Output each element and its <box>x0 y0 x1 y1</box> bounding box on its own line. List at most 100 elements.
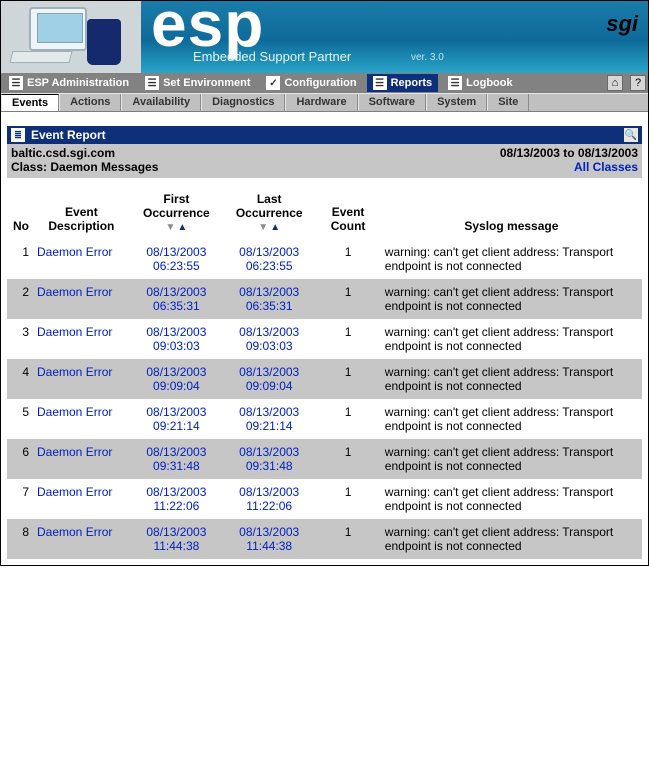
banner: esp Embedded Support Partner ver. 3.0 sg… <box>1 1 648 73</box>
tab-events[interactable]: Events <box>1 94 59 111</box>
home-icon: ⌂ <box>612 77 619 89</box>
table-row: 4Daemon Error08/13/200309:09:0408/13/200… <box>7 359 642 399</box>
col-first-occurrence: First Occurrence ▼▲ <box>130 188 223 239</box>
cell-count: 1 <box>315 319 380 359</box>
tab-site[interactable]: Site <box>487 94 529 111</box>
list-icon: ☰ <box>9 76 23 90</box>
sort-asc-icon[interactable]: ▲ <box>177 222 187 233</box>
col-syslog-message: Syslog message <box>381 188 642 239</box>
cell-first-occurrence[interactable]: 08/13/200309:31:48 <box>130 439 223 479</box>
product-photo <box>1 1 141 73</box>
help-button[interactable]: ? <box>630 75 646 91</box>
cell-last-occurrence[interactable]: 08/13/200309:21:14 <box>223 399 315 439</box>
list-icon: ☰ <box>448 76 462 90</box>
menu-label: Set Environment <box>163 77 250 89</box>
cell-count: 1 <box>315 399 380 439</box>
all-classes-link[interactable]: All Classes <box>574 160 638 174</box>
cell-no: 2 <box>7 279 33 319</box>
table-row: 8Daemon Error08/13/200311:44:3808/13/200… <box>7 519 642 559</box>
cell-count: 1 <box>315 519 380 559</box>
cell-message: warning: can't get client address: Trans… <box>381 359 642 399</box>
col-event-count: Event Count <box>315 188 380 239</box>
cell-first-occurrence[interactable]: 08/13/200309:21:14 <box>130 399 223 439</box>
cell-first-occurrence[interactable]: 08/13/200309:03:03 <box>130 319 223 359</box>
cell-message: warning: can't get client address: Trans… <box>381 279 642 319</box>
cell-no: 5 <box>7 399 33 439</box>
cell-first-occurrence[interactable]: 08/13/200306:35:31 <box>130 279 223 319</box>
cell-message: warning: can't get client address: Trans… <box>381 319 642 359</box>
cell-last-occurrence[interactable]: 08/13/200311:44:38 <box>223 519 315 559</box>
host-name: baltic.csd.sgi.com <box>11 146 115 160</box>
tab-software[interactable]: Software <box>358 94 426 111</box>
menu-esp-administration[interactable]: ☰ESP Administration <box>3 74 135 92</box>
cell-count: 1 <box>315 439 380 479</box>
sort-desc-icon[interactable]: ▼ <box>165 222 175 233</box>
cell-message: warning: can't get client address: Trans… <box>381 479 642 519</box>
cell-no: 8 <box>7 519 33 559</box>
cell-first-occurrence[interactable]: 08/13/200311:44:38 <box>130 519 223 559</box>
cell-last-occurrence[interactable]: 08/13/200309:31:48 <box>223 439 315 479</box>
menu-logbook[interactable]: ☰Logbook <box>442 74 518 92</box>
report-title: Event Report <box>31 128 106 142</box>
cell-first-occurrence[interactable]: 08/13/200311:22:06 <box>130 479 223 519</box>
cell-no: 3 <box>7 319 33 359</box>
events-table: No Event Description First Occurrence ▼▲… <box>7 188 642 559</box>
tab-hardware[interactable]: Hardware <box>285 94 357 111</box>
sort-asc-icon[interactable]: ▲ <box>270 222 280 233</box>
brand-logo: sgi <box>606 11 638 37</box>
cell-message: warning: can't get client address: Trans… <box>381 399 642 439</box>
cell-description[interactable]: Daemon Error <box>33 239 130 279</box>
cell-description[interactable]: Daemon Error <box>33 479 130 519</box>
cell-description[interactable]: Daemon Error <box>33 359 130 399</box>
cell-last-occurrence[interactable]: 08/13/200306:23:55 <box>223 239 315 279</box>
magnify-icon: 🔍 <box>625 130 637 141</box>
cell-no: 7 <box>7 479 33 519</box>
col-last-occurrence: Last Occurrence ▼▲ <box>223 188 315 239</box>
cell-description[interactable]: Daemon Error <box>33 399 130 439</box>
tab-system[interactable]: System <box>426 94 487 111</box>
magnify-button[interactable]: 🔍 <box>624 128 638 142</box>
list-icon: ☰ <box>373 76 387 90</box>
tabbar: Events Actions Availability Diagnostics … <box>1 93 648 112</box>
sort-desc-icon[interactable]: ▼ <box>258 222 268 233</box>
menu-configuration[interactable]: ✓Configuration <box>260 74 362 92</box>
cell-last-occurrence[interactable]: 08/13/200306:35:31 <box>223 279 315 319</box>
table-row: 1Daemon Error08/13/200306:23:5508/13/200… <box>7 239 642 279</box>
report-meta: baltic.csd.sgi.com 08/13/2003 to 08/13/2… <box>7 144 642 178</box>
table-row: 7Daemon Error08/13/200311:22:0608/13/200… <box>7 479 642 519</box>
report-title-bar: ≣ Event Report 🔍 <box>7 126 642 144</box>
table-row: 2Daemon Error08/13/200306:35:3108/13/200… <box>7 279 642 319</box>
tab-diagnostics[interactable]: Diagnostics <box>201 94 285 111</box>
cell-first-occurrence[interactable]: 08/13/200309:09:04 <box>130 359 223 399</box>
tab-actions[interactable]: Actions <box>59 94 121 111</box>
menu-reports[interactable]: ☰ Reports <box>367 74 439 92</box>
cell-message: warning: can't get client address: Trans… <box>381 239 642 279</box>
cell-description[interactable]: Daemon Error <box>33 519 130 559</box>
table-row: 3Daemon Error08/13/200309:03:0308/13/200… <box>7 319 642 359</box>
class-label: Class: Daemon Messages <box>11 160 158 174</box>
cell-count: 1 <box>315 239 380 279</box>
tab-availability[interactable]: Availability <box>121 94 201 111</box>
cell-message: warning: can't get client address: Trans… <box>381 439 642 479</box>
table-row: 6Daemon Error08/13/200309:31:4808/13/200… <box>7 439 642 479</box>
product-version: ver. 3.0 <box>411 52 444 63</box>
menu-set-environment[interactable]: ☰Set Environment <box>139 74 256 92</box>
cell-first-occurrence[interactable]: 08/13/200306:23:55 <box>130 239 223 279</box>
table-row: 5Daemon Error08/13/200309:21:1408/13/200… <box>7 399 642 439</box>
cell-count: 1 <box>315 479 380 519</box>
col-first-label: First Occurrence <box>134 192 219 220</box>
menu-label: Reports <box>391 77 433 89</box>
cell-last-occurrence[interactable]: 08/13/200309:09:04 <box>223 359 315 399</box>
menubar: ☰ESP Administration ☰Set Environment ✓Co… <box>1 73 648 93</box>
cell-last-occurrence[interactable]: 08/13/200311:22:06 <box>223 479 315 519</box>
cell-last-occurrence[interactable]: 08/13/200309:03:03 <box>223 319 315 359</box>
home-button[interactable]: ⌂ <box>607 75 623 91</box>
cell-description[interactable]: Daemon Error <box>33 319 130 359</box>
col-last-label: Last Occurrence <box>227 192 311 220</box>
cell-no: 6 <box>7 439 33 479</box>
cell-no: 1 <box>7 239 33 279</box>
cell-description[interactable]: Daemon Error <box>33 439 130 479</box>
cell-count: 1 <box>315 359 380 399</box>
help-icon: ? <box>635 77 641 89</box>
cell-description[interactable]: Daemon Error <box>33 279 130 319</box>
